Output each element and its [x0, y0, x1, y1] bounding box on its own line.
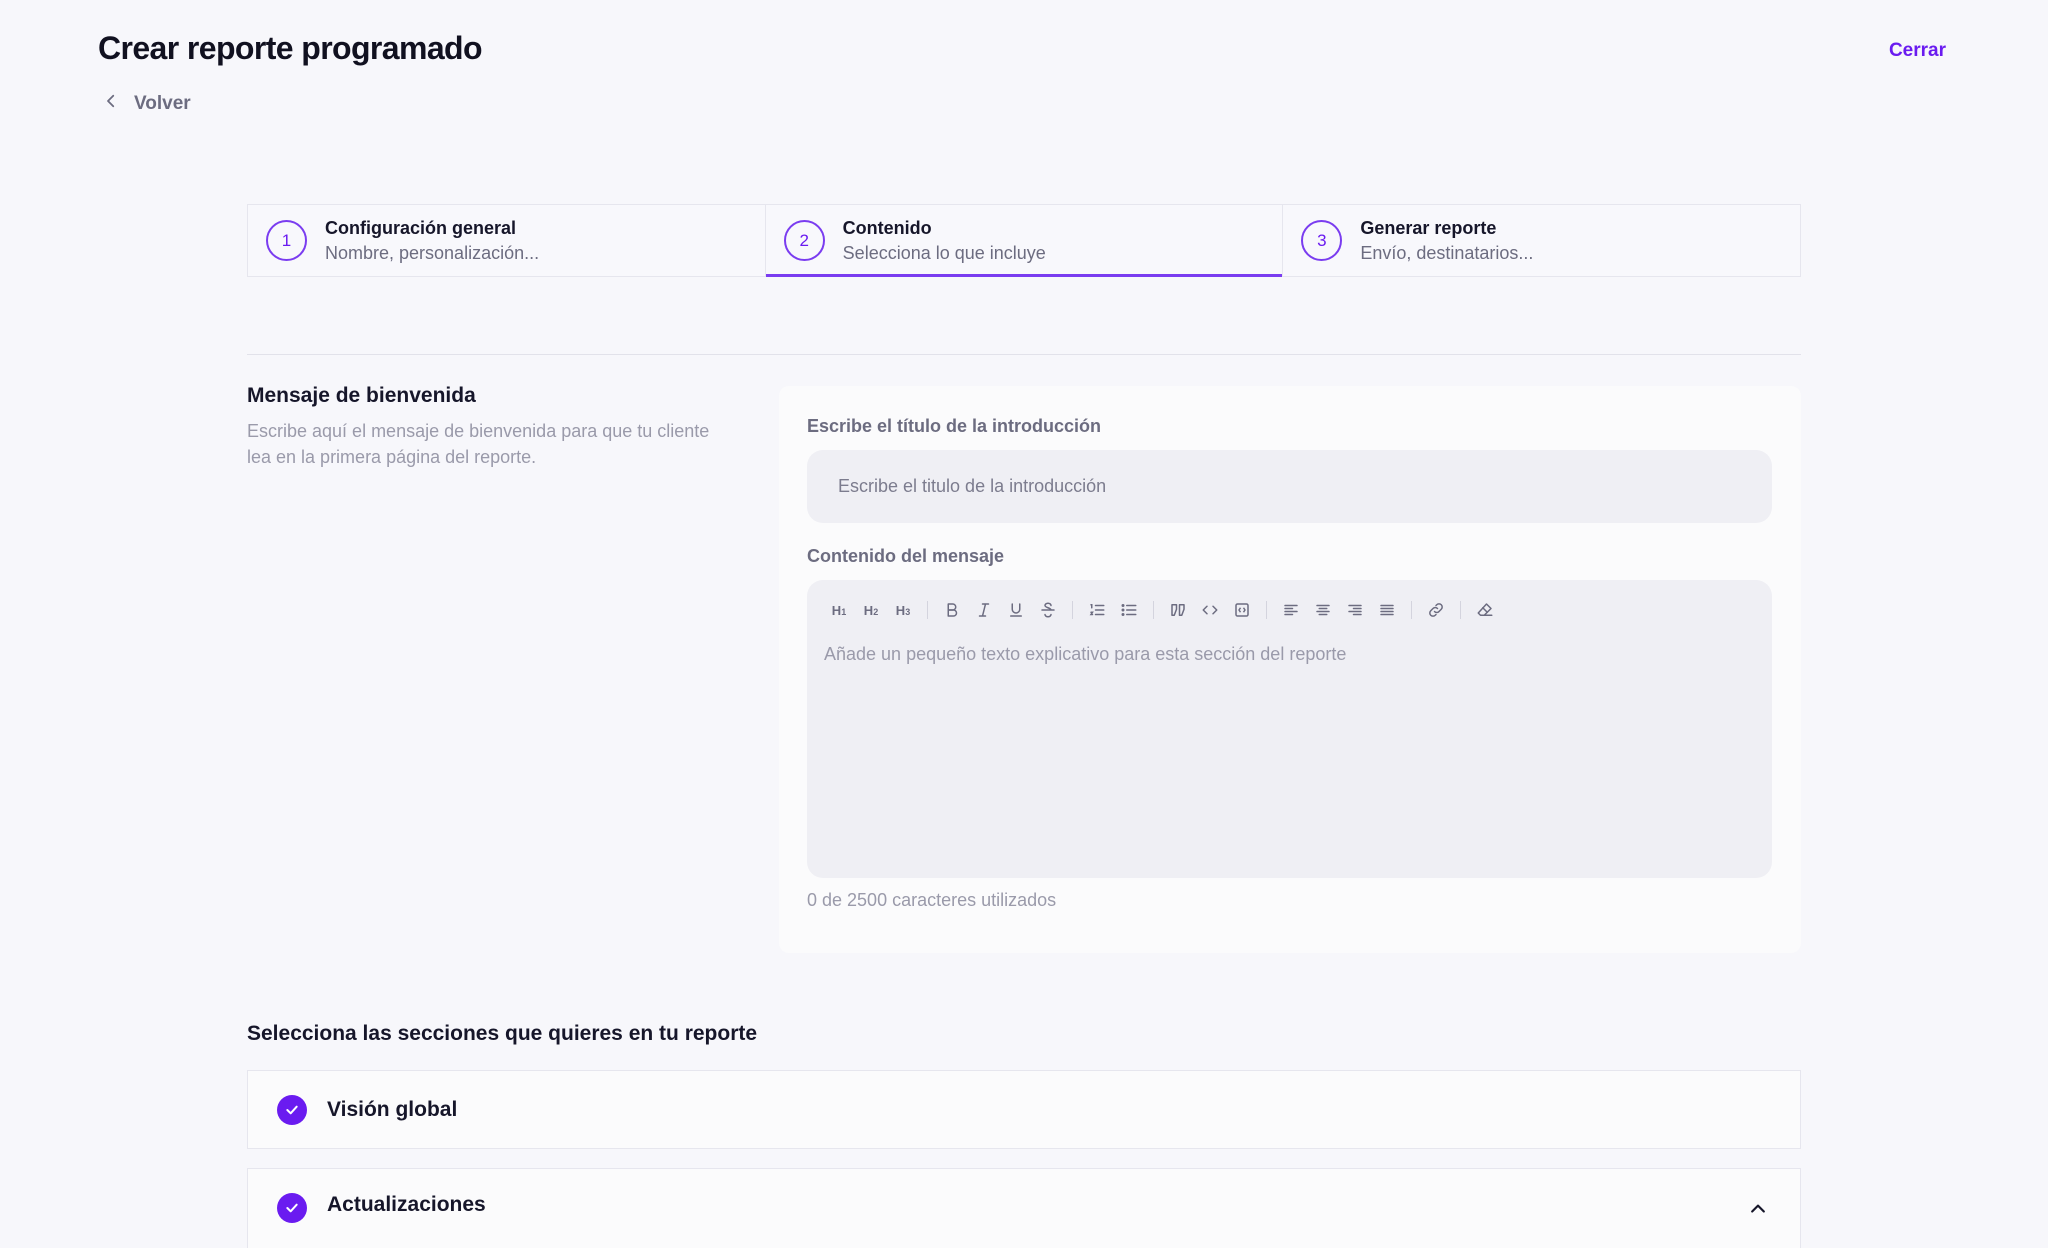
- strikethrough-button[interactable]: [1032, 594, 1064, 626]
- blockquote-button[interactable]: [1162, 594, 1194, 626]
- step-number: 1: [266, 220, 307, 261]
- quote-icon: [1171, 604, 1185, 616]
- step-number: 2: [783, 220, 825, 261]
- check-icon: [286, 1203, 298, 1213]
- stepper: 1 Configuración general Nombre, personal…: [247, 204, 1801, 277]
- message-content-input[interactable]: Añade un pequeño texto explicativo para …: [824, 644, 1754, 665]
- rich-text-editor[interactable]: H1 H2 H3 Añade un pequeño texto explicat…: [807, 580, 1772, 878]
- welcome-section-description: Escribe aquí el mensaje de bienvenida pa…: [247, 421, 710, 467]
- ordered-list-button[interactable]: [1081, 594, 1113, 626]
- toolbar-separator: [1072, 601, 1073, 619]
- toolbar-separator: [1411, 601, 1412, 619]
- step-generate-report[interactable]: 3 Generar reporte Envío, destinatarios..…: [1282, 205, 1800, 276]
- chevron-left-icon: [102, 92, 120, 116]
- intro-title-label: Escribe el título de la introducción: [807, 416, 1102, 436]
- sections-title: Selecciona las secciones que quieres en …: [247, 1022, 758, 1045]
- bullet-list-button[interactable]: [1113, 594, 1145, 626]
- code-block-icon: [1235, 603, 1249, 617]
- bold-button[interactable]: [936, 594, 968, 626]
- editor-toolbar: H1 H2 H3: [823, 594, 1501, 626]
- heading-2-button[interactable]: H2: [855, 594, 887, 626]
- step-title: Configuración general: [325, 217, 517, 238]
- align-justify-button[interactable]: [1371, 594, 1403, 626]
- welcome-section-title: Mensaje de bienvenida: [247, 384, 476, 407]
- heading-1-icon: H1: [831, 602, 847, 618]
- code-icon: [1202, 605, 1218, 615]
- step-content[interactable]: 2 Contenido Selecciona lo que incluye: [764, 205, 1283, 277]
- align-center-icon: [1316, 604, 1330, 616]
- character-counter: 0 de 2500 caracteres utilizados: [807, 890, 1057, 910]
- chevron-up-icon[interactable]: [1748, 1199, 1768, 1219]
- italic-button[interactable]: [968, 594, 1000, 626]
- step-subtitle: Selecciona lo que incluye: [842, 242, 1046, 263]
- strikethrough-icon: [1041, 602, 1055, 618]
- toolbar-separator: [927, 601, 928, 619]
- toolbar-separator: [1153, 601, 1154, 619]
- align-right-button[interactable]: [1339, 594, 1371, 626]
- back-button[interactable]: Volver: [102, 92, 191, 116]
- step-title: Generar reporte: [1360, 217, 1497, 238]
- step-subtitle: Nombre, personalización...: [325, 242, 540, 263]
- section-item-label: Visión global: [327, 1097, 458, 1121]
- heading-1-button[interactable]: H1: [823, 594, 855, 626]
- underline-button[interactable]: [1000, 594, 1032, 626]
- bullet-list-icon: [1121, 604, 1137, 616]
- eraser-icon: [1477, 603, 1493, 616]
- intro-title-input[interactable]: [807, 450, 1772, 523]
- message-content-label: Contenido del mensaje: [807, 546, 1005, 566]
- checkbox-checked[interactable]: [277, 1193, 307, 1223]
- check-icon: [286, 1105, 298, 1114]
- ordered-list-icon: [1089, 604, 1105, 616]
- align-center-button[interactable]: [1307, 594, 1339, 626]
- toolbar-separator: [1460, 601, 1461, 619]
- step-subtitle: Envío, destinatarios...: [1360, 242, 1534, 263]
- heading-3-button[interactable]: H3: [887, 594, 919, 626]
- code-block-button[interactable]: [1226, 594, 1258, 626]
- link-button[interactable]: [1420, 594, 1452, 626]
- italic-icon: [978, 603, 990, 617]
- step-general-config[interactable]: 1 Configuración general Nombre, personal…: [248, 205, 765, 276]
- checkbox-checked[interactable]: [277, 1094, 307, 1125]
- link-icon: [1429, 603, 1443, 617]
- step-number: 3: [1301, 220, 1343, 261]
- step-title: Contenido: [842, 217, 932, 238]
- welcome-message-card: Escribe el título de la introducción Con…: [779, 386, 1801, 953]
- code-button[interactable]: [1194, 594, 1226, 626]
- align-left-icon: [1284, 604, 1298, 616]
- toolbar-separator: [1266, 601, 1267, 619]
- page-title: Crear reporte programado: [98, 30, 483, 66]
- underline-icon: [1010, 603, 1022, 617]
- close-button[interactable]: Cerrar: [1889, 40, 1946, 62]
- bold-icon: [947, 603, 958, 617]
- section-item-label: Actualizaciones: [327, 1193, 486, 1216]
- clear-format-button[interactable]: [1469, 594, 1501, 626]
- heading-2-icon: H2: [863, 602, 879, 618]
- align-left-button[interactable]: [1275, 594, 1307, 626]
- align-justify-icon: [1380, 604, 1394, 616]
- divider: [247, 354, 1801, 355]
- section-item-global-vision[interactable]: Visión global: [247, 1070, 1801, 1149]
- heading-3-icon: H3: [895, 602, 911, 618]
- back-label: Volver: [134, 93, 191, 114]
- section-item-updates[interactable]: Actualizaciones: [247, 1168, 1801, 1248]
- align-right-icon: [1348, 604, 1362, 616]
